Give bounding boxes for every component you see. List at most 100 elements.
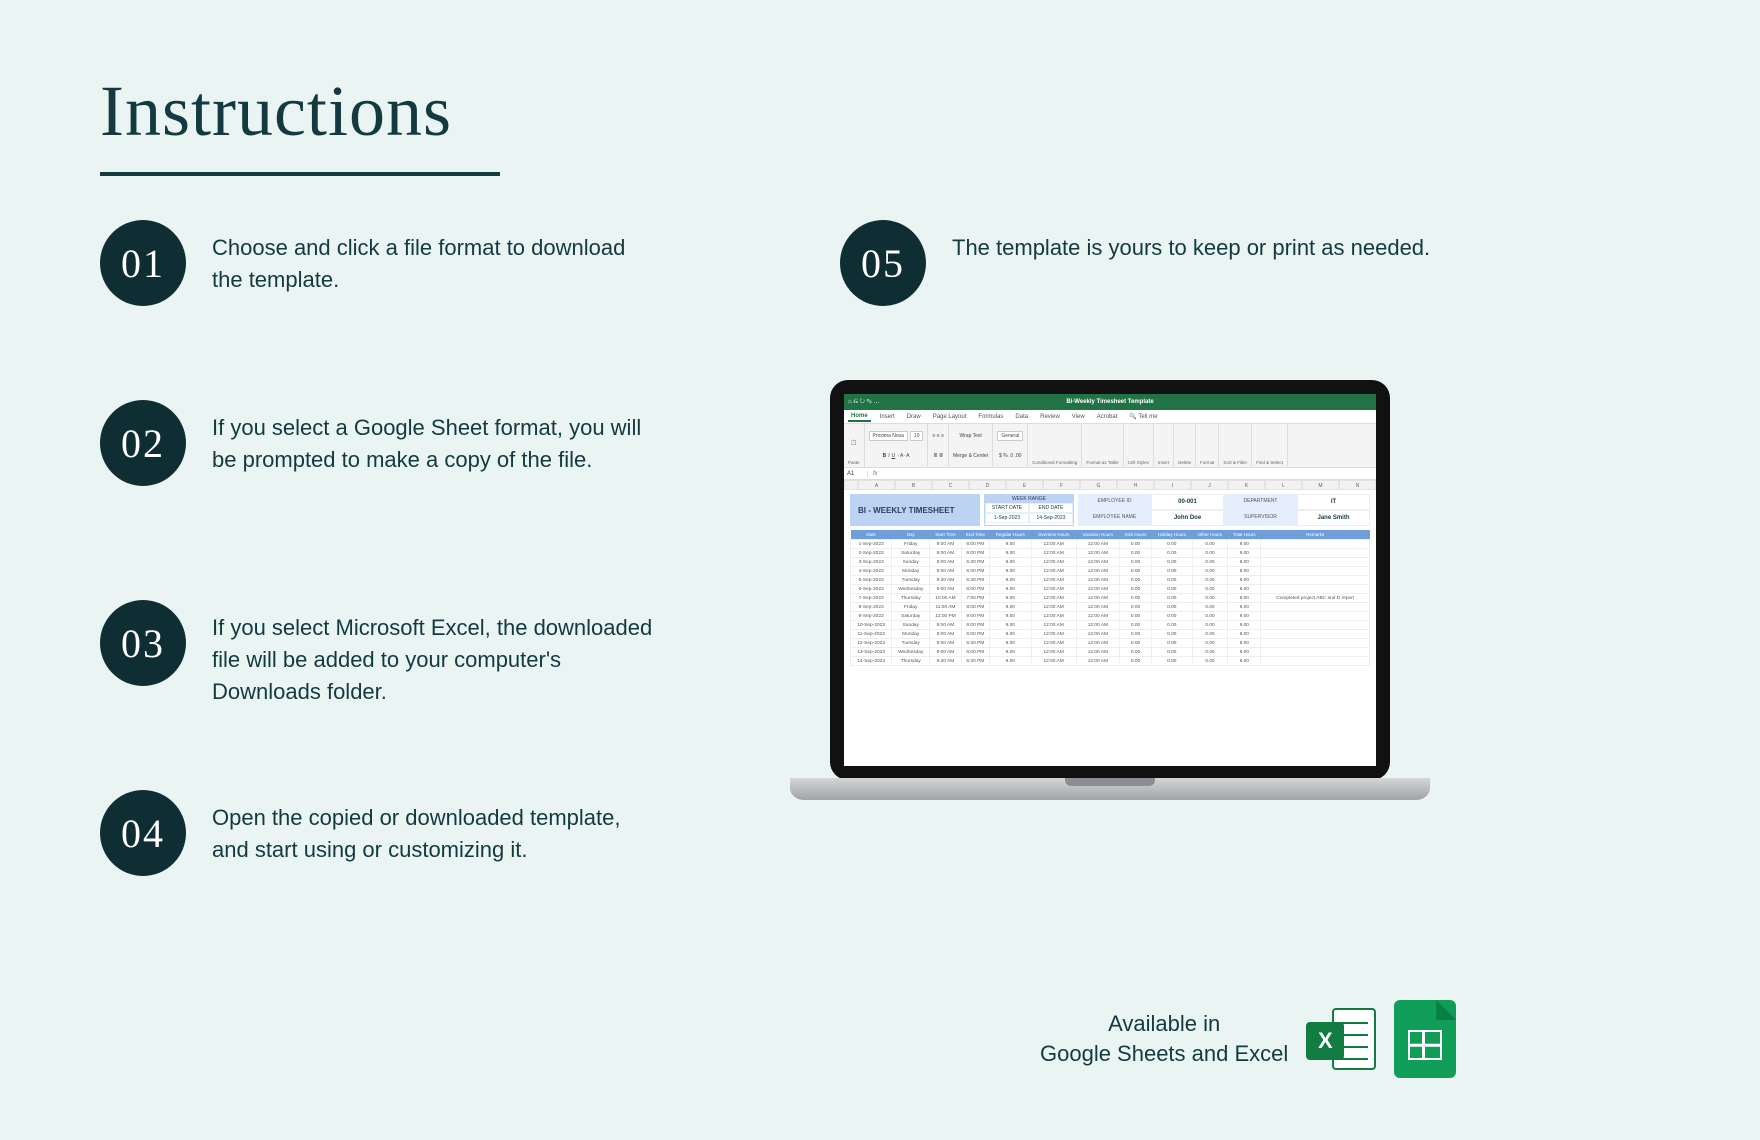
table-cell: 9.00 (1228, 612, 1261, 621)
table-cell: 0.00 (1120, 576, 1152, 585)
excel-window: ⌂ ⎌ ↻ ✎ … Bi-Weekly Timesheet Template H… (844, 394, 1376, 766)
table-cell: 7-Sep-2023 (851, 594, 892, 603)
column-header: B (895, 480, 932, 490)
table-cell (1261, 612, 1370, 621)
table-cell: 5:30 PM (961, 657, 989, 666)
table-cell: 9.00 (989, 540, 1031, 549)
table-cell: 12:00 AM (1076, 603, 1120, 612)
table-cell: 0.00 (1192, 657, 1228, 666)
font-size-dropdown: 10 (910, 431, 924, 441)
table-cell: 9.00 (989, 648, 1031, 657)
table-row: 12-Sep-2023Tuesday9:00 AM5:30 PM8.0012:0… (851, 639, 1370, 648)
cell-styles: Cell Styles (1128, 460, 1149, 465)
ribbon-tab: Home (848, 412, 871, 422)
find-select: Find & Select (1256, 460, 1283, 465)
table-cell: 9.00 (989, 549, 1031, 558)
table-cell: Thursday (892, 594, 930, 603)
table-cell: 2-Sep-2023 (851, 549, 892, 558)
table-column-header: Vacation Hours (1076, 530, 1120, 540)
table-cell: 0.00 (1151, 639, 1192, 648)
table-cell: 9.00 (1228, 594, 1261, 603)
table-cell: 0.00 (1192, 630, 1228, 639)
column-header: J (1191, 480, 1228, 490)
table-cell: 12:00 AM (1031, 612, 1076, 621)
table-cell: 0.00 (1151, 630, 1192, 639)
ribbon-tab: 🔍 Tell me (1126, 412, 1160, 421)
table-cell: 12:00 AM (1076, 648, 1120, 657)
table-cell: 0.00 (1120, 585, 1152, 594)
table-row: 14-Sep-2023Thursday9:30 AM5:30 PM9.0012:… (851, 657, 1370, 666)
table-row: 4-Sep-2023Monday9:00 AM6:00 PM9.0012:00 … (851, 567, 1370, 576)
table-row: 9-Sep-2023Saturday12:00 PM9:00 PM9.0012:… (851, 612, 1370, 621)
table-cell: 9.00 (1228, 657, 1261, 666)
end-date-value: 14-Sep-2023 (1029, 513, 1073, 523)
table-cell: 12:00 AM (1031, 558, 1076, 567)
table-column-header: Other Hours (1192, 530, 1228, 540)
table-cell: Sunday (892, 621, 930, 630)
table-cell: 0.00 (1120, 621, 1152, 630)
table-cell: 0.00 (1192, 567, 1228, 576)
table-row: 8-Sep-2023Friday11:00 AM8:00 PM9.0012:00… (851, 603, 1370, 612)
table-cell: 0.00 (1151, 549, 1192, 558)
table-cell (1261, 648, 1370, 657)
table-cell: 12:00 AM (1031, 603, 1076, 612)
qat-icon: ⌂ ⎌ ↻ ✎ … (848, 399, 880, 406)
table-cell: Wednesday (892, 648, 930, 657)
table-cell: Monday (892, 630, 930, 639)
table-cell: 0.00 (1192, 621, 1228, 630)
table-cell: 12:00 AM (1031, 630, 1076, 639)
table-cell: 9:30 AM (930, 657, 962, 666)
table-cell: 9:00 AM (930, 558, 962, 567)
laptop-screen: ⌂ ⎌ ↻ ✎ … Bi-Weekly Timesheet Template H… (830, 380, 1390, 780)
excel-icon: X (1306, 1004, 1376, 1074)
timesheet-table: DateDayStart TimeEnd TimeRegular HoursOv… (850, 530, 1370, 666)
column-header: C (932, 480, 969, 490)
column-header: L (1265, 480, 1302, 490)
table-row: 13-Sep-2023Wednesday9:00 AM6:00 PM9.0012… (851, 648, 1370, 657)
table-cell: 0.00 (1120, 612, 1152, 621)
table-cell: 9.00 (1228, 567, 1261, 576)
table-row: 2-Sep-2023Saturday9:00 AM6:00 PM9.0012:0… (851, 549, 1370, 558)
table-cell: 9.00 (1228, 603, 1261, 612)
table-cell (1261, 621, 1370, 630)
font-name-dropdown: Proxima Nova (869, 431, 908, 441)
table-cell: 0.00 (1151, 621, 1192, 630)
column-header: K (1228, 480, 1265, 490)
emp-id-value: 00-001 (1151, 494, 1224, 510)
table-row: 1-Sep-2023Friday9:00 AM6:00 PM9.0012:00 … (851, 540, 1370, 549)
column-header: N (1339, 480, 1376, 490)
table-cell: 0.00 (1151, 657, 1192, 666)
table-column-header: Sick Hours (1120, 530, 1152, 540)
table-cell: 6:00 PM (961, 648, 989, 657)
table-cell: 9.00 (1228, 621, 1261, 630)
instruction-step-5: 05 The template is yours to keep or prin… (840, 220, 1480, 306)
week-range-box: WEEK RANGE START DATEEND DATE 1-Sep-2023… (984, 494, 1074, 526)
table-cell: 0.00 (1192, 612, 1228, 621)
table-cell: 0.00 (1192, 585, 1228, 594)
table-cell: 0.00 (1151, 558, 1192, 567)
table-column-header: Date (851, 530, 892, 540)
start-date-label: START DATE (985, 503, 1029, 513)
sort-filter: Sort & Filter (1223, 460, 1247, 465)
table-cell (1261, 558, 1370, 567)
step-text: The template is yours to keep or print a… (952, 220, 1430, 264)
table-cell: 0.00 (1192, 576, 1228, 585)
available-in-footer: Available in Google Sheets and Excel X (1040, 1000, 1456, 1078)
excel-ribbon: 📋Paste Proxima Nova 10B I U · A· A ≡ ≡ ≡… (844, 424, 1376, 468)
table-cell: 7:00 PM (961, 594, 989, 603)
step-number-badge: 04 (100, 790, 186, 876)
table-cell: 6:00 PM (961, 621, 989, 630)
table-cell: 12:00 PM (930, 612, 962, 621)
table-cell: 9.00 (989, 567, 1031, 576)
table-column-header: Day (892, 530, 930, 540)
table-cell: Wednesday (892, 585, 930, 594)
table-cell: 9:00 AM (930, 639, 962, 648)
table-cell: 12:00 AM (1031, 621, 1076, 630)
table-cell: 12:00 AM (1031, 648, 1076, 657)
table-column-header: Overtime Hours (1031, 530, 1076, 540)
table-column-header: Remarks (1261, 530, 1370, 540)
table-cell: Monday (892, 567, 930, 576)
table-cell: 5:30 PM (961, 558, 989, 567)
table-cell: 6:00 PM (961, 585, 989, 594)
dept-label: DEPARTMENT (1224, 494, 1297, 510)
